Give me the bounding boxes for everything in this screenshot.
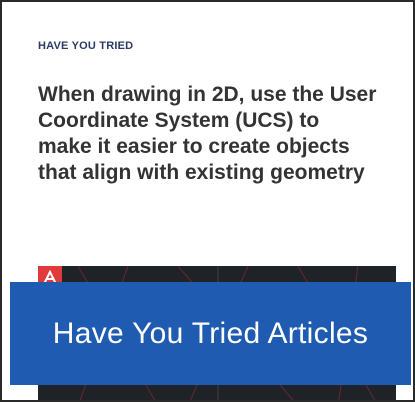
- card-headline[interactable]: When drawing in 2D, use the User Coordin…: [38, 82, 378, 186]
- have-you-tried-articles-banner[interactable]: Have You Tried Articles: [10, 282, 411, 385]
- banner-label: Have You Tried Articles: [52, 316, 369, 350]
- card-eyebrow: HAVE YOU TRIED: [38, 40, 134, 52]
